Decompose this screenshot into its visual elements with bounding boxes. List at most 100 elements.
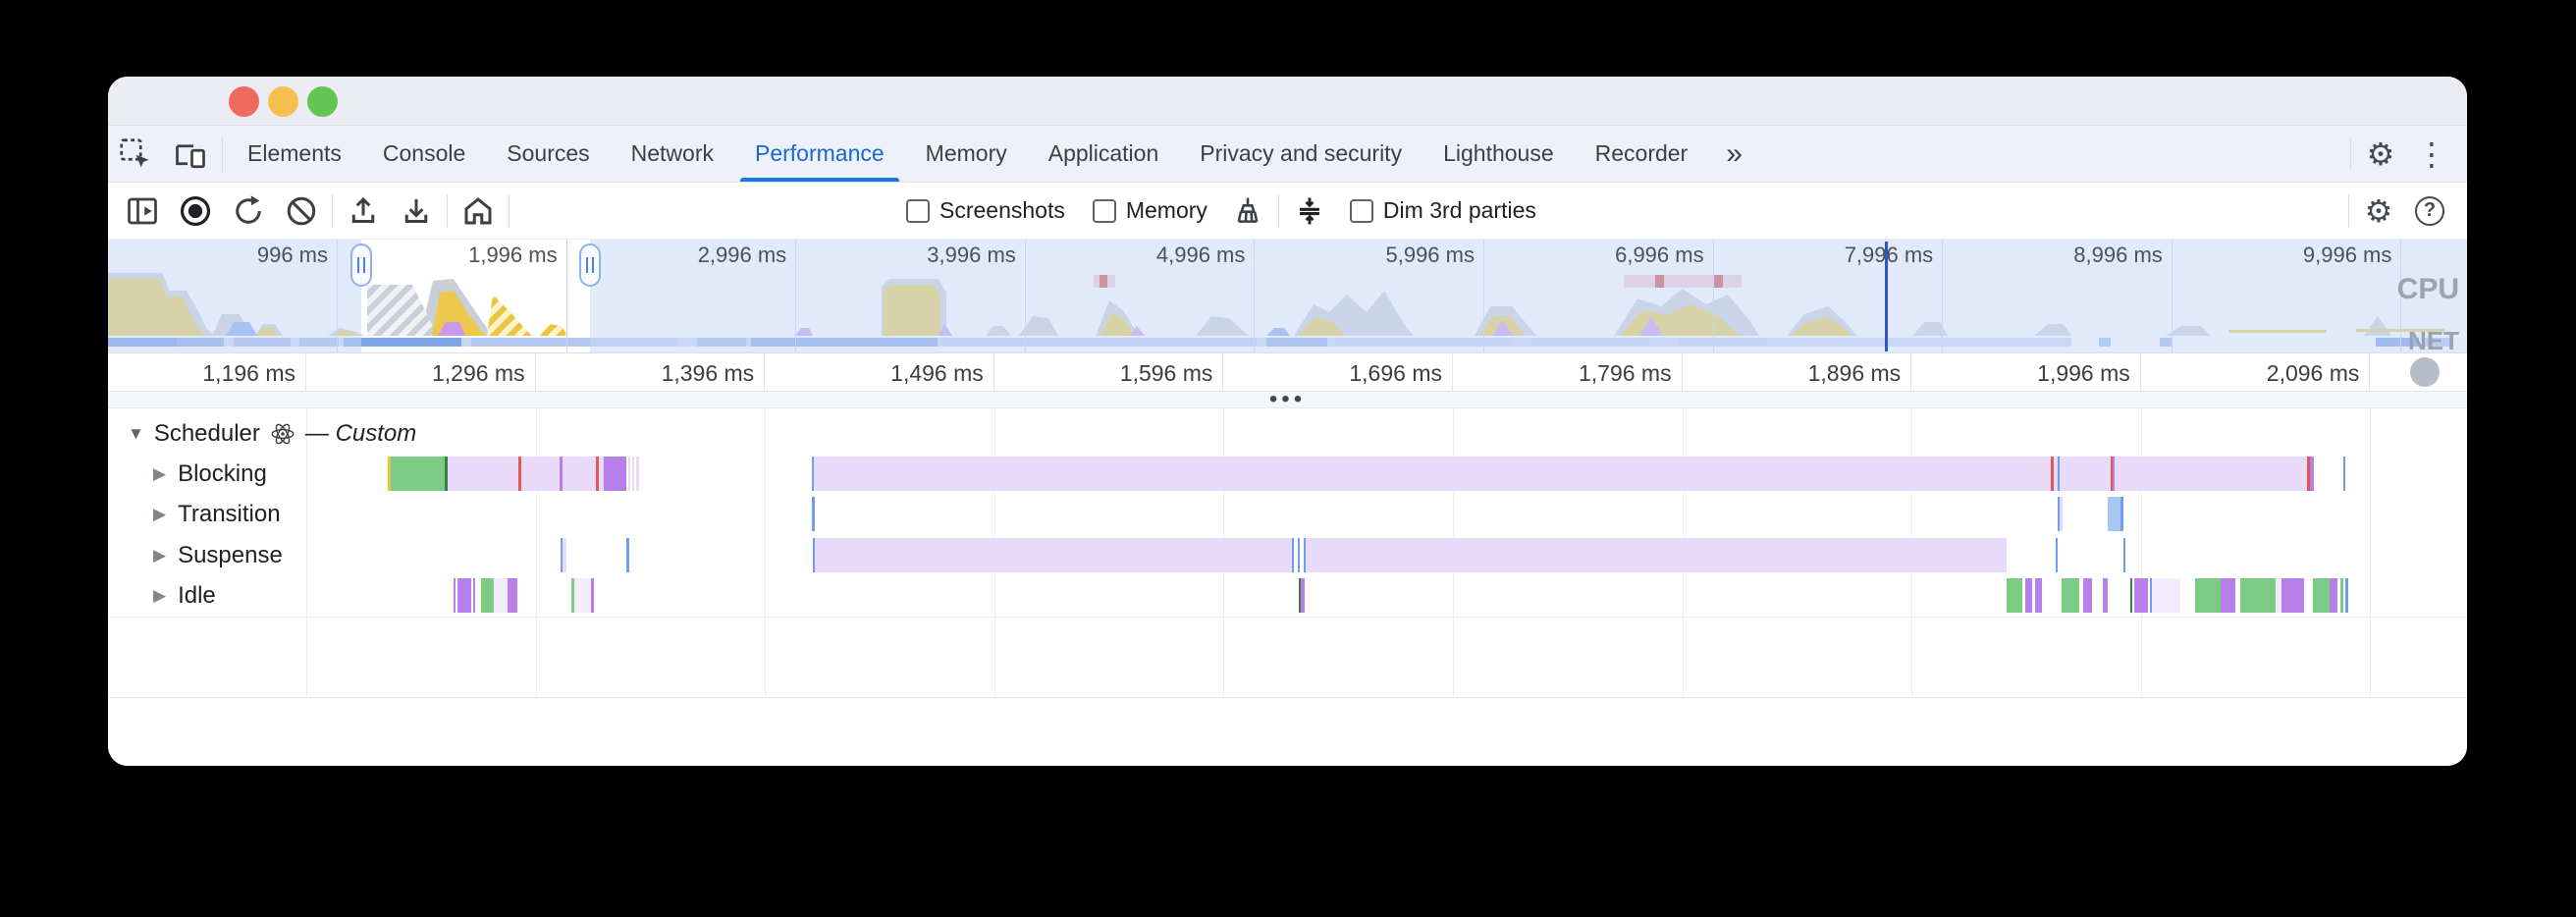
- flame-bar[interactable]: [2056, 538, 2058, 572]
- flame-bar[interactable]: [2195, 578, 2221, 613]
- memory-checkbox[interactable]: [1093, 199, 1116, 223]
- record-button[interactable]: [169, 186, 222, 237]
- flame-bar[interactable]: [2025, 578, 2032, 613]
- clear-recording-icon[interactable]: [275, 186, 328, 237]
- zoom-window-button[interactable]: [307, 86, 338, 117]
- flame-bar[interactable]: [563, 538, 566, 572]
- flame-bar[interactable]: [2281, 578, 2304, 613]
- flame-bar[interactable]: [604, 457, 626, 491]
- flame-bar[interactable]: [2123, 538, 2125, 572]
- flame-bar[interactable]: [521, 457, 560, 491]
- timeline-playhead[interactable]: [1885, 242, 1888, 351]
- flame-bar[interactable]: [636, 457, 639, 491]
- device-toolbar-icon[interactable]: [163, 126, 218, 182]
- ruler-label: 1,796 ms: [1453, 353, 1683, 391]
- flame-bar[interactable]: [473, 578, 475, 613]
- track-title: Scheduler: [154, 420, 260, 448]
- flame-bar[interactable]: [814, 457, 2051, 491]
- flame-bar[interactable]: [2108, 497, 2120, 531]
- flame-bar[interactable]: [2310, 457, 2314, 491]
- flame-bar[interactable]: [2115, 457, 2307, 491]
- flame-bar[interactable]: [481, 578, 494, 613]
- flame-bar[interactable]: [2062, 578, 2079, 613]
- help-icon[interactable]: ?: [2404, 186, 2455, 237]
- flame-bar[interactable]: [2330, 578, 2337, 613]
- ruler-label: 1,696 ms: [1223, 353, 1453, 391]
- flame-bar[interactable]: [391, 457, 445, 491]
- ruler-label: 4,996 ms: [1025, 240, 1255, 269]
- flame-bar[interactable]: [508, 578, 517, 613]
- settings-gear-icon[interactable]: ⚙: [2355, 129, 2406, 180]
- flame-bar[interactable]: [1292, 538, 1294, 572]
- flame-bar[interactable]: [2103, 578, 2108, 613]
- flame-bar[interactable]: [591, 578, 594, 613]
- flame-bar[interactable]: [574, 578, 591, 613]
- flame-bar[interactable]: [2221, 578, 2235, 613]
- tab-recorder[interactable]: Recorder: [1575, 126, 1709, 182]
- flame-bar[interactable]: [2035, 578, 2042, 613]
- flame-bar[interactable]: [1298, 538, 1300, 572]
- more-tabs-button[interactable]: »: [1708, 126, 1756, 182]
- toggle-sidebar-icon[interactable]: [116, 186, 169, 237]
- kebab-menu-icon[interactable]: ⋮: [2406, 129, 2457, 180]
- screenshots-checkbox[interactable]: [906, 199, 930, 223]
- tab-sources[interactable]: Sources: [486, 126, 610, 182]
- flame-bar[interactable]: [626, 538, 629, 572]
- window-handle-left[interactable]: [350, 243, 372, 287]
- flame-bar[interactable]: [457, 578, 471, 613]
- flame-bar[interactable]: [2240, 578, 2276, 613]
- flame-bar[interactable]: [2340, 578, 2343, 613]
- network-request-bar: [344, 338, 461, 347]
- flame-bar[interactable]: [454, 578, 456, 613]
- track-header-scheduler[interactable]: ▼ Scheduler — Custom: [128, 420, 416, 448]
- reload-record-button[interactable]: [222, 186, 275, 237]
- flame-bar[interactable]: [815, 538, 1292, 572]
- window-handle-right[interactable]: [579, 243, 601, 287]
- minimize-window-button[interactable]: [268, 86, 298, 117]
- flame-bar[interactable]: [2130, 578, 2132, 613]
- close-window-button[interactable]: [229, 86, 259, 117]
- titlebar: [108, 77, 2467, 126]
- flame-bar[interactable]: [2083, 578, 2092, 613]
- inspect-element-icon[interactable]: [108, 126, 163, 182]
- collapse-flamechart-icon[interactable]: [1283, 186, 1336, 237]
- flame-bar[interactable]: [563, 457, 596, 491]
- tab-elements[interactable]: Elements: [227, 126, 362, 182]
- flame-bar[interactable]: [2060, 457, 2111, 491]
- flame-bar[interactable]: [812, 497, 815, 531]
- ruler-label: 7,996 ms: [1713, 240, 1943, 269]
- tab-performance[interactable]: Performance: [734, 126, 905, 182]
- tab-console[interactable]: Console: [362, 126, 486, 182]
- capture-settings-gear-icon[interactable]: ⚙: [2353, 186, 2404, 237]
- flame-bar[interactable]: [632, 457, 634, 491]
- flame-bar[interactable]: [494, 578, 508, 613]
- download-profile-icon[interactable]: [390, 186, 443, 237]
- flame-bar[interactable]: [2313, 578, 2330, 613]
- collapse-triangle-icon[interactable]: ▼: [128, 424, 144, 444]
- tab-memory[interactable]: Memory: [905, 126, 1028, 182]
- tab-network[interactable]: Network: [611, 126, 734, 182]
- upload-profile-icon[interactable]: [337, 186, 390, 237]
- flame-bar[interactable]: [2152, 578, 2180, 613]
- tab-privacy-and-security[interactable]: Privacy and security: [1179, 126, 1422, 182]
- flame-bar[interactable]: [2007, 578, 2022, 613]
- flame-bar[interactable]: [1301, 578, 1305, 613]
- flame-bar[interactable]: [2345, 578, 2348, 613]
- collect-garbage-icon[interactable]: [1221, 186, 1274, 237]
- scrollbar-thumb[interactable]: [2410, 357, 2440, 387]
- flame-bar[interactable]: [2120, 497, 2123, 531]
- tab-application[interactable]: Application: [1028, 126, 1180, 182]
- pane-splitter[interactable]: •••: [108, 391, 2467, 408]
- tab-lighthouse[interactable]: Lighthouse: [1422, 126, 1575, 182]
- timeline-overview[interactable]: 996 ms1,996 ms2,996 ms3,996 ms4,996 ms5,…: [108, 240, 2467, 353]
- live-metrics-home-icon[interactable]: [452, 186, 505, 237]
- flamechart-area[interactable]: ▼ Scheduler — Custom ▶ Blocking ▶ Transi…: [108, 408, 2467, 766]
- dim-3rd-parties-checkbox[interactable]: [1350, 199, 1373, 223]
- flame-bar[interactable]: [628, 457, 630, 491]
- flame-row-suspense: [108, 538, 2467, 572]
- flame-bar[interactable]: [448, 457, 518, 491]
- flame-bar[interactable]: [2060, 497, 2063, 531]
- flame-bar[interactable]: [2134, 578, 2148, 613]
- flame-bar[interactable]: [2343, 457, 2345, 491]
- flame-bar[interactable]: [1306, 538, 2007, 572]
